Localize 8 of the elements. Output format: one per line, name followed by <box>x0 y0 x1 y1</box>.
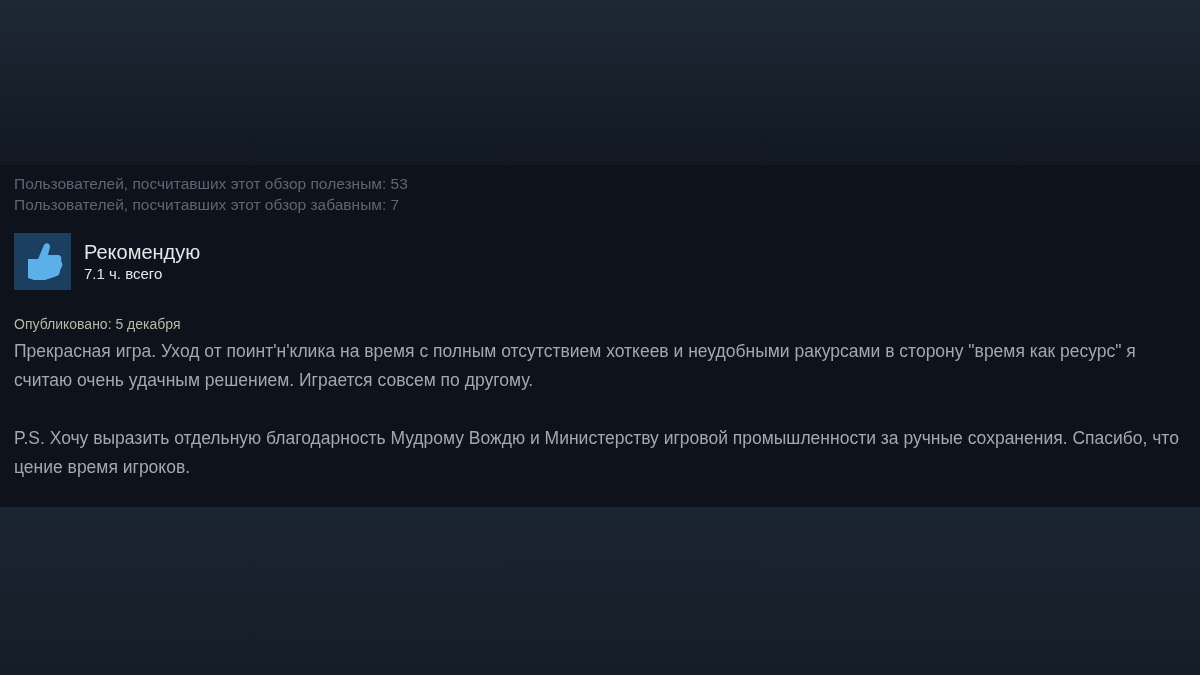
thumbs-up-icon <box>14 233 71 290</box>
vote-count-text: Пользователей, посчитавших этот обзор забавным: 7 <box>14 195 401 215</box>
posted-date: Опубликовано: 5 декабря <box>14 316 181 332</box>
review-paragraph: Прекрасная игра. Уход от поинт'н'клика на время с полным отсутствием хоткеев и неудобными ракурсами в сторону "время как ресурс" я считаю очень удачным решением. Играется совсем по другому. <box>14 340 1137 392</box>
review-paragraph: P.S. Хочу выразить отдельную благодарность Мудрому Вождю и Министерству игровой промышленности за ручные сохранения. Спасибо, что цение время игроков. <box>14 427 1180 479</box>
vote-count-text: Пользователей, посчитавших этот обзор полезным: 53 <box>14 174 409 194</box>
playtime-text: 7.1 ч. всего <box>84 263 164 284</box>
verdict-title: Рекомендую <box>84 239 201 264</box>
